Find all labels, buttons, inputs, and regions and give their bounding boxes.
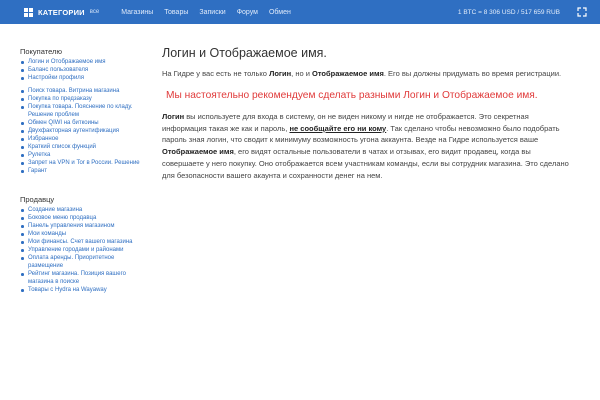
sidebar-link[interactable]: Покупка по предзаказу — [20, 95, 148, 103]
nav-forum[interactable]: Форум — [237, 9, 258, 16]
sidebar-link[interactable]: Логин и Отображаемое имя — [20, 58, 148, 66]
article: Логин и Отображаемое имя. На Гидре у вас… — [162, 46, 572, 182]
buyer-links-2: Поиск товара. Витрина магазина Покупка п… — [20, 87, 148, 175]
sidebar-link[interactable]: Управление городами и районами — [20, 246, 148, 254]
sidebar-link[interactable]: Поиск товара. Витрина магазина — [20, 87, 148, 95]
text: На Гидре у вас есть не только — [162, 69, 270, 78]
sidebar-link[interactable]: Боковое меню продавца — [20, 214, 148, 222]
text: , но и — [291, 69, 313, 78]
sidebar-link[interactable]: Двухфакторная аутентификация — [20, 127, 148, 135]
sidebar-link[interactable]: Настройки профиля — [20, 74, 148, 82]
sidebar-link[interactable]: Оплата аренды. Приоритетное размещение — [20, 254, 148, 270]
nav-shops[interactable]: Магазины — [121, 9, 153, 16]
nav-exchange[interactable]: Обмен — [269, 9, 291, 16]
sidebar-link[interactable]: Товары с Hydra на Wayaway — [20, 286, 148, 294]
main-nav: Магазины Товары Записки Форум Обмен — [121, 9, 302, 16]
sidebar-link[interactable]: Гарант — [20, 167, 148, 175]
categories-button[interactable]: КАТЕГОРИИ все — [0, 0, 99, 24]
page-title: Логин и Отображаемое имя. — [162, 46, 327, 60]
sidebar-link[interactable]: Баланс пользователя — [20, 66, 148, 74]
sidebar-link[interactable]: Краткий список функций — [20, 143, 148, 151]
sidebar-link[interactable]: Мои команды — [20, 230, 148, 238]
sidebar-link[interactable]: Создание магазина — [20, 206, 148, 214]
sidebar-link[interactable]: Покупка товара. Пояснение по кладу. Реше… — [20, 103, 148, 119]
nav-goods[interactable]: Товары — [164, 9, 188, 16]
top-navbar: КАТЕГОРИИ все Магазины Товары Записки Фо… — [0, 0, 600, 24]
sidebar-link[interactable]: Рулетка — [20, 151, 148, 159]
sidebar-link[interactable]: Мои финансы. Счет вашего магазина — [20, 238, 148, 246]
expand-icon — [577, 7, 587, 17]
help-sidebar: Покупателю Логин и Отображаемое имя Бала… — [20, 47, 148, 294]
bold-text: Логин — [162, 111, 185, 121]
buyer-links-1: Логин и Отображаемое имя Баланс пользова… — [20, 58, 148, 82]
sidebar-link[interactable]: Обмен QIWI на биткоины — [20, 119, 148, 127]
intro-paragraph: На Гидре у вас есть не только Логин, но … — [162, 68, 572, 80]
bold-text: Отображаемое имя — [162, 147, 234, 157]
exchange-rate: 1 BTC = 8 306 USD / 517 659 RUB — [457, 8, 560, 16]
categories-label: КАТЕГОРИИ — [38, 7, 85, 17]
sidebar-heading-seller: Продавцу — [20, 195, 55, 204]
text: . Его вы должны придумать во время регис… — [383, 69, 562, 78]
nav-notes[interactable]: Записки — [199, 9, 225, 16]
warning-text: Мы настоятельно рекомендуем сделать разн… — [166, 89, 538, 101]
grid-icon — [24, 7, 33, 17]
fullscreen-button[interactable] — [574, 4, 590, 20]
sidebar-link[interactable]: Запрет на VPN и Tor в России. Решение — [20, 159, 148, 167]
details-paragraph: Логин вы используете для входа в систему… — [162, 111, 572, 182]
sidebar-link[interactable]: Панель управления магазином — [20, 222, 148, 230]
seller-links: Создание магазина Боковое меню продавца … — [20, 206, 148, 294]
sidebar-heading-buyer: Покупателю — [20, 47, 63, 56]
underlined-text: не сообщайте его ни кому — [289, 123, 387, 133]
sidebar-link[interactable]: Рейтинг магазина. Позиция вашего магазин… — [20, 270, 148, 286]
bold-text: Логин — [269, 69, 292, 78]
bold-text: Отображаемое имя — [312, 69, 384, 78]
sidebar-link[interactable]: Избранное — [20, 135, 148, 143]
categories-all-link[interactable]: все — [90, 9, 99, 15]
